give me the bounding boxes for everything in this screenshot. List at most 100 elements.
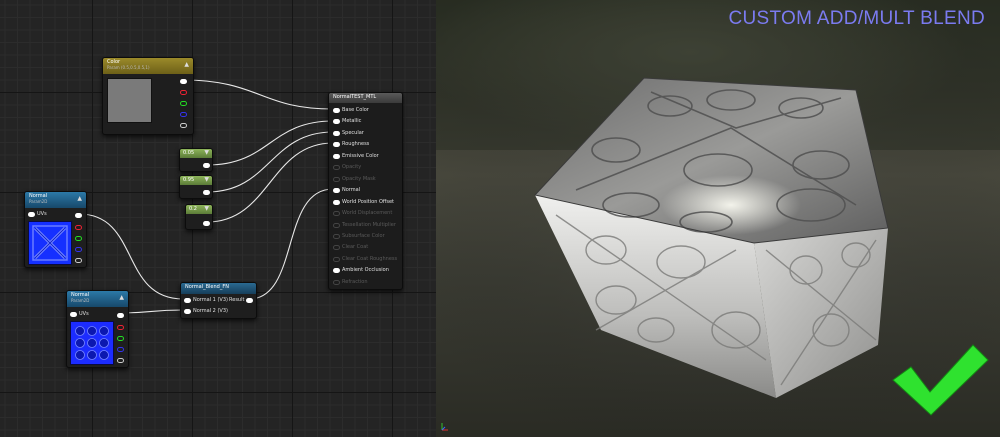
g-output-pin[interactable]	[117, 336, 124, 341]
material-input-label: Emissive Color	[342, 152, 379, 159]
result-output-pin[interactable]	[246, 298, 253, 303]
wire-blend-normal	[248, 188, 334, 300]
collapse-arrow-icon[interactable]: ▼	[204, 177, 209, 183]
collapse-arrow-icon[interactable]: ▼	[204, 206, 209, 212]
normal-node-2-header: Normal Param2D ▲	[67, 291, 128, 307]
material-input-pin[interactable]	[333, 233, 340, 239]
normal-blend-function-node[interactable]: Normal_Blend_FN Normal 1 (V3) Normal 2 (…	[180, 282, 257, 319]
material-input-label: Base Color	[342, 107, 369, 113]
scalar-2-output-pin[interactable]	[203, 190, 210, 195]
material-input-pin[interactable]	[333, 176, 340, 182]
uvs-input-pin[interactable]	[70, 312, 77, 317]
scalar-node-1-header: 0.05 ▼	[180, 149, 212, 158]
rgb-output-pin[interactable]	[75, 213, 82, 218]
b-output-pin[interactable]	[117, 347, 124, 352]
r-output-pin[interactable]	[180, 90, 187, 95]
r-output-pin[interactable]	[117, 325, 124, 330]
wire-normal1-blend	[78, 213, 184, 300]
wire-scalar2-specular	[206, 131, 334, 193]
material-input-pin[interactable]	[333, 245, 340, 251]
blend-node-header: Normal_Blend_FN	[181, 283, 256, 294]
material-input-label: Metallic	[342, 118, 362, 125]
rgb-output-pin[interactable]	[117, 313, 124, 318]
x-pattern-icon	[32, 225, 68, 261]
normal-2-input-pin[interactable]	[184, 309, 191, 314]
a-output-pin[interactable]	[75, 258, 82, 263]
color-node-header: Color Param (0.5,0.5,0.5,1) ▲	[103, 58, 193, 74]
preview-scene	[436, 0, 1000, 437]
material-node-header: NormalTEST_MTL	[329, 93, 402, 103]
material-input-pin[interactable]	[333, 119, 340, 125]
wire-scalar3-roughness	[206, 142, 334, 223]
uvs-label: UVs	[79, 311, 89, 317]
collapse-arrow-icon[interactable]: ▼	[204, 150, 209, 156]
normal-node-1-subtitle: Param2D	[29, 199, 48, 204]
collapse-arrow-icon[interactable]: ▲	[184, 62, 189, 68]
normal-1-input-label: Normal 1 (V3)	[193, 297, 228, 303]
material-input-pin[interactable]	[333, 130, 340, 136]
normal-node-2-subtitle: Param2D	[71, 298, 90, 303]
color-node-subtitle: Param (0.5,0.5,0.5,1)	[107, 65, 150, 70]
viewport-title: CUSTOM ADD/MULT BLEND	[728, 8, 985, 29]
circle-grid-icon	[75, 326, 109, 360]
material-input-pin[interactable]	[333, 199, 340, 205]
scalar-node-2[interactable]: 0.95 ▼	[179, 175, 213, 199]
result-output-label: Result	[229, 297, 245, 303]
normal-texture-node-2[interactable]: Normal Param2D ▲ UVs	[66, 290, 129, 368]
material-input-label: Opacity Mask	[342, 175, 376, 182]
material-input-pin[interactable]	[333, 153, 340, 159]
material-input-label: Subsurface Color	[342, 232, 385, 239]
material-input-pin[interactable]	[333, 188, 340, 194]
material-input-label: World Displacement	[342, 210, 393, 217]
material-result-node[interactable]: NormalTEST_MTL Base Color Metallic Specula…	[328, 92, 403, 290]
material-input-pin[interactable]	[333, 256, 340, 262]
preview-viewport[interactable]: CUSTOM ADD/MULT BLEND	[436, 0, 1000, 437]
material-input-pin[interactable]	[333, 268, 340, 274]
color-swatch-preview	[107, 78, 152, 123]
b-output-pin[interactable]	[75, 247, 82, 252]
b-output-pin[interactable]	[180, 112, 187, 117]
scalar-node-2-header: 0.95 ▼	[180, 176, 212, 185]
material-input-label: World Position Offset	[342, 198, 394, 205]
color-param-node[interactable]: Color Param (0.5,0.5,0.5,1) ▲	[102, 57, 194, 135]
material-input-pin[interactable]	[333, 165, 340, 171]
a-output-pin[interactable]	[117, 358, 124, 363]
normal-node-1-header: Normal Param2D ▲	[25, 192, 86, 208]
material-input-label: Opacity	[342, 164, 362, 171]
r-output-pin[interactable]	[75, 225, 82, 230]
scalar-3-output-pin[interactable]	[203, 221, 210, 226]
material-node-title: NormalTEST_MTL	[333, 94, 377, 100]
material-input-label: Roughness	[342, 141, 370, 148]
material-input-label: Refraction	[342, 278, 368, 285]
material-input-label: Clear Coat Roughness	[342, 255, 398, 262]
scalar-node-3[interactable]: 0.2 ▼	[185, 204, 213, 230]
rgb-output-pin[interactable]	[180, 79, 187, 84]
material-input-label: Normal	[342, 187, 361, 194]
material-graph-panel[interactable]: Color Param (0.5,0.5,0.5,1) ▲ 0.05 ▼ 0.9…	[0, 0, 436, 437]
collapse-arrow-icon[interactable]: ▲	[119, 295, 124, 301]
scalar-1-output-pin[interactable]	[203, 163, 210, 168]
normal-texture-preview-1	[28, 221, 72, 265]
uvs-input-pin[interactable]	[28, 212, 35, 217]
material-input-pin[interactable]	[333, 211, 340, 217]
wire-color-basecolor	[181, 79, 334, 110]
scalar-node-3-header: 0.2 ▼	[186, 205, 212, 214]
material-input-pin[interactable]	[333, 279, 340, 285]
material-input-label: Specular	[342, 129, 364, 136]
g-output-pin[interactable]	[180, 101, 187, 106]
normal-texture-node-1[interactable]: Normal Param2D ▲ UVs	[24, 191, 87, 268]
normal-texture-preview-2	[70, 321, 114, 365]
g-output-pin[interactable]	[75, 236, 82, 241]
material-input-pin[interactable]	[333, 142, 340, 148]
normal-1-input-pin[interactable]	[184, 298, 191, 303]
material-input-pin[interactable]	[333, 108, 340, 113]
material-input-label: Ambient Occlusion	[342, 267, 389, 274]
scalar-node-1[interactable]: 0.05 ▼	[179, 148, 213, 172]
material-input-pin[interactable]	[333, 222, 340, 228]
collapse-arrow-icon[interactable]: ▲	[77, 196, 82, 202]
blend-node-title: Normal_Blend_FN	[185, 284, 229, 290]
normal-2-input-label: Normal 2 (V3)	[193, 308, 228, 314]
a-output-pin[interactable]	[180, 123, 187, 128]
uvs-label: UVs	[37, 211, 47, 217]
wire-scalar1-metallic	[206, 120, 334, 166]
